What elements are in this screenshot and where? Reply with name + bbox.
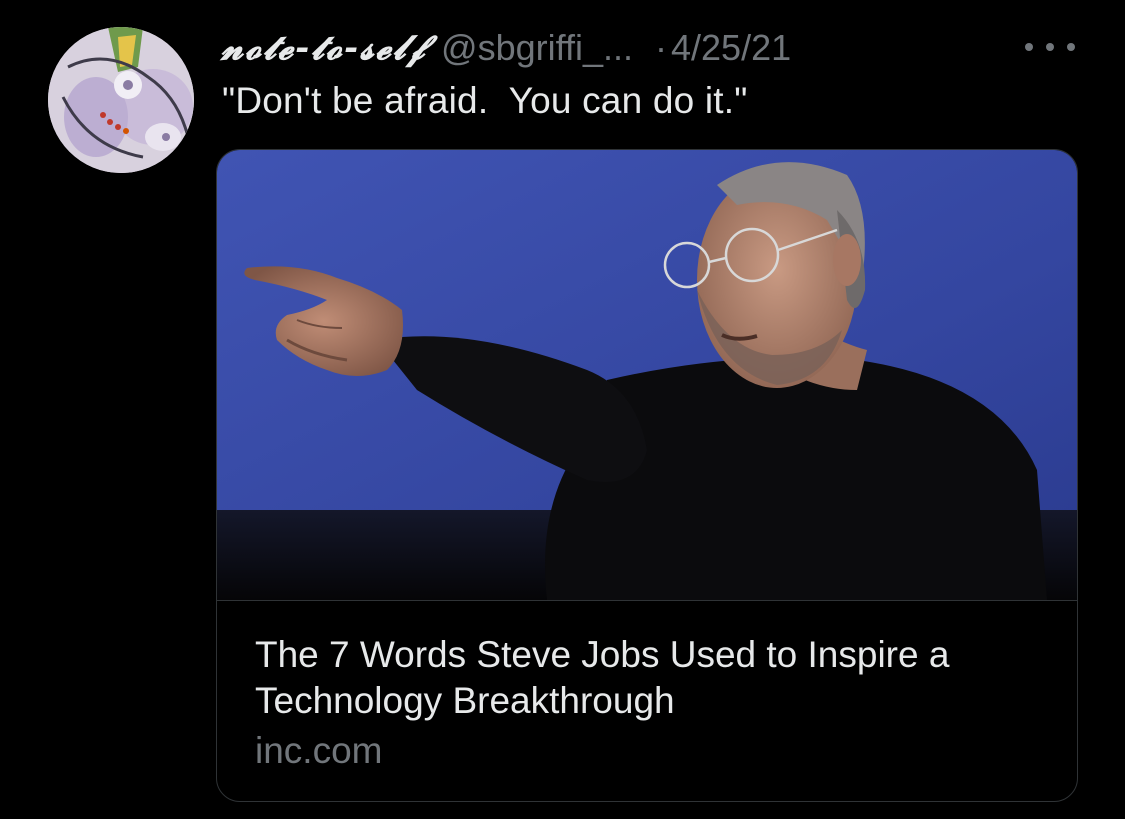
more-dot xyxy=(1067,43,1075,51)
card-divider xyxy=(217,600,1077,601)
tweet[interactable]: 𝓷𝓸𝓽𝓮-𝓽𝓸-𝓼𝓮𝓵𝓯 @sbgriffi_... · 4/25/21 "Do… xyxy=(0,0,1125,819)
avatar[interactable] xyxy=(48,27,194,173)
tweet-date[interactable]: 4/25/21 xyxy=(671,27,791,69)
card-domain[interactable]: inc.com xyxy=(255,730,382,772)
more-dot xyxy=(1046,43,1054,51)
card-image[interactable] xyxy=(217,150,1077,600)
separator-dot: · xyxy=(655,27,667,68)
more-options-icon[interactable] xyxy=(1025,32,1075,62)
card-title[interactable]: The 7 Words Steve Jobs Used to Inspire a… xyxy=(255,632,1055,724)
more-dot xyxy=(1025,43,1033,51)
display-name[interactable]: 𝓷𝓸𝓽𝓮-𝓽𝓸-𝓼𝓮𝓵𝓯 xyxy=(221,28,427,68)
link-card[interactable]: The 7 Words Steve Jobs Used to Inspire a… xyxy=(216,149,1078,802)
user-handle[interactable]: @sbgriffi_... xyxy=(441,27,633,69)
tweet-header: 𝓷𝓸𝓽𝓮-𝓽𝓸-𝓼𝓮𝓵𝓯 @sbgriffi_... · 4/25/21 xyxy=(221,24,791,72)
tweet-text: "Don't be afraid. You can do it." xyxy=(222,80,748,121)
photo-man-pointing-icon xyxy=(217,150,1077,600)
avatar-painting-icon xyxy=(48,27,194,173)
